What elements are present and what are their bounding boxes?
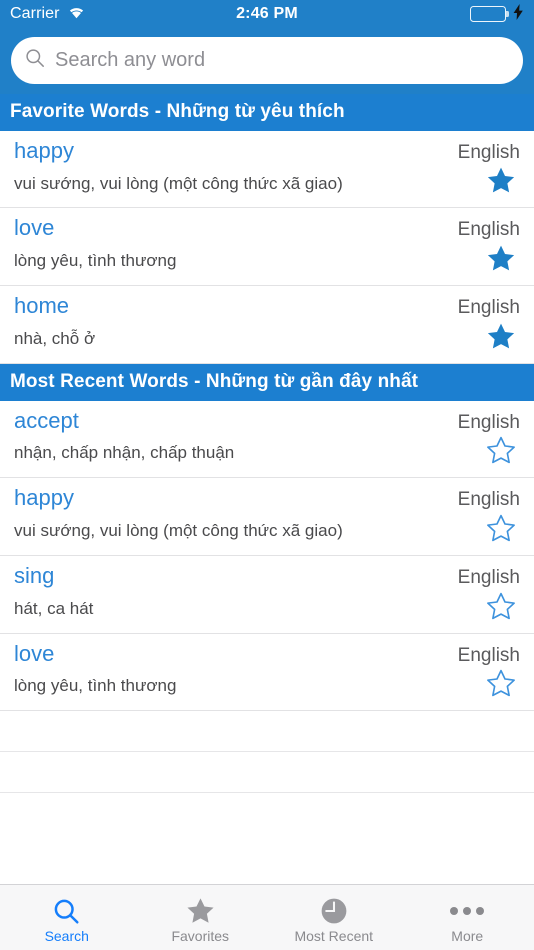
meaning-label: nhận, chấp nhận, chấp thuận bbox=[14, 443, 235, 463]
meaning-label: hát, ca hát bbox=[14, 598, 94, 618]
language-label: English bbox=[457, 297, 520, 319]
row-body: vui sướng, vui lòng (một công thức xã gi… bbox=[14, 166, 520, 200]
word-label[interactable]: love bbox=[14, 213, 54, 243]
language-label: English bbox=[457, 141, 520, 163]
star-outline-icon[interactable] bbox=[486, 514, 516, 548]
wifi-icon bbox=[67, 5, 86, 24]
word-label[interactable]: happy bbox=[14, 483, 74, 513]
row-header: accept English bbox=[14, 406, 520, 436]
app-screen: Carrier 2:46 PM Search any word Favorite… bbox=[0, 0, 534, 950]
battery-icon bbox=[470, 6, 509, 22]
word-label[interactable]: love bbox=[14, 639, 54, 669]
search-icon bbox=[25, 48, 45, 73]
word-label[interactable]: accept bbox=[14, 406, 79, 436]
row-body: lòng yêu, tình thương bbox=[14, 669, 520, 703]
tab-label-search: Search bbox=[44, 928, 89, 944]
table-row[interactable]: sing English hát, ca hát bbox=[0, 555, 534, 634]
row-body: lòng yêu, tình thương bbox=[14, 244, 520, 278]
tab-search[interactable]: Search bbox=[0, 885, 134, 950]
word-label[interactable]: home bbox=[14, 291, 69, 321]
word-label[interactable]: sing bbox=[14, 561, 54, 591]
row-header: happy English bbox=[14, 136, 520, 166]
section-header-most-recent-words: Most Recent Words - Những từ gần đây nhấ… bbox=[0, 363, 534, 401]
meaning-label: vui sướng, vui lòng (một công thức xã gi… bbox=[14, 521, 343, 541]
search-icon bbox=[53, 896, 80, 926]
clock-icon bbox=[320, 896, 348, 926]
table-row[interactable]: love English lòng yêu, tình thương bbox=[0, 633, 534, 712]
row-header: love English bbox=[14, 639, 520, 669]
tab-bar: Search Favorites Most Recent More bbox=[0, 884, 534, 950]
star-filled-icon[interactable] bbox=[486, 166, 516, 200]
status-bar-right bbox=[470, 3, 524, 25]
language-label: English bbox=[457, 219, 520, 241]
meaning-label: lòng yêu, tình thương bbox=[14, 676, 177, 696]
star-filled-icon[interactable] bbox=[486, 244, 516, 278]
row-body: nhận, chấp nhận, chấp thuận bbox=[14, 436, 520, 470]
star-outline-icon[interactable] bbox=[486, 592, 516, 626]
language-label: English bbox=[457, 644, 520, 666]
section-header-favorite-words: Favorite Words - Những từ yêu thích bbox=[0, 94, 534, 131]
table-row[interactable]: love English lòng yêu, tình thương bbox=[0, 208, 534, 287]
row-body: nhà, chỗ ở bbox=[14, 322, 520, 356]
star-icon bbox=[186, 896, 215, 926]
star-outline-icon[interactable] bbox=[486, 669, 516, 703]
lightning-bolt-icon bbox=[513, 3, 524, 25]
tab-favorites[interactable]: Favorites bbox=[134, 885, 268, 950]
table-row[interactable]: happy English vui sướng, vui lòng (một c… bbox=[0, 130, 534, 209]
row-header: love English bbox=[14, 213, 520, 243]
meaning-label: nhà, chỗ ở bbox=[14, 328, 96, 348]
ellipsis-icon bbox=[450, 896, 485, 926]
tab-label-more: More bbox=[451, 928, 484, 944]
language-label: English bbox=[457, 566, 520, 588]
carrier-label: Carrier bbox=[10, 5, 60, 22]
row-body: vui sướng, vui lòng (một công thức xã gi… bbox=[14, 514, 520, 548]
tab-more[interactable]: More bbox=[401, 885, 534, 950]
row-header: sing English bbox=[14, 561, 520, 591]
meaning-label: vui sướng, vui lòng (một công thức xã gi… bbox=[14, 173, 343, 193]
table-row[interactable]: happy English vui sướng, vui lòng (một c… bbox=[0, 478, 534, 556]
search-bar-container bbox=[0, 28, 534, 94]
status-bar: Carrier 2:46 PM bbox=[0, 0, 534, 28]
meaning-label: lòng yêu, tình thương bbox=[14, 251, 177, 271]
tab-label-favorites: Favorites bbox=[171, 928, 230, 944]
list-filler bbox=[0, 793, 534, 884]
word-label[interactable]: happy bbox=[14, 136, 74, 166]
tab-label-most-recent: Most Recent bbox=[294, 928, 374, 944]
search-input[interactable] bbox=[55, 37, 509, 84]
empty-list-row bbox=[0, 711, 534, 753]
row-header: happy English bbox=[14, 483, 520, 513]
language-label: English bbox=[457, 489, 520, 511]
star-outline-icon[interactable] bbox=[486, 436, 516, 470]
row-header: home English bbox=[14, 291, 520, 321]
table-row[interactable]: accept English nhận, chấp nhận, chấp thu… bbox=[0, 400, 534, 479]
tab-most-recent[interactable]: Most Recent bbox=[267, 885, 401, 950]
row-body: hát, ca hát bbox=[14, 592, 520, 626]
status-bar-left: Carrier bbox=[10, 5, 86, 24]
star-filled-icon[interactable] bbox=[486, 322, 516, 356]
word-list[interactable]: Favorite Words - Những từ yêu thích happ… bbox=[0, 94, 534, 884]
empty-list-row bbox=[0, 752, 534, 794]
language-label: English bbox=[457, 411, 520, 433]
search-box[interactable] bbox=[11, 37, 523, 84]
table-row[interactable]: home English nhà, chỗ ở bbox=[0, 286, 534, 364]
